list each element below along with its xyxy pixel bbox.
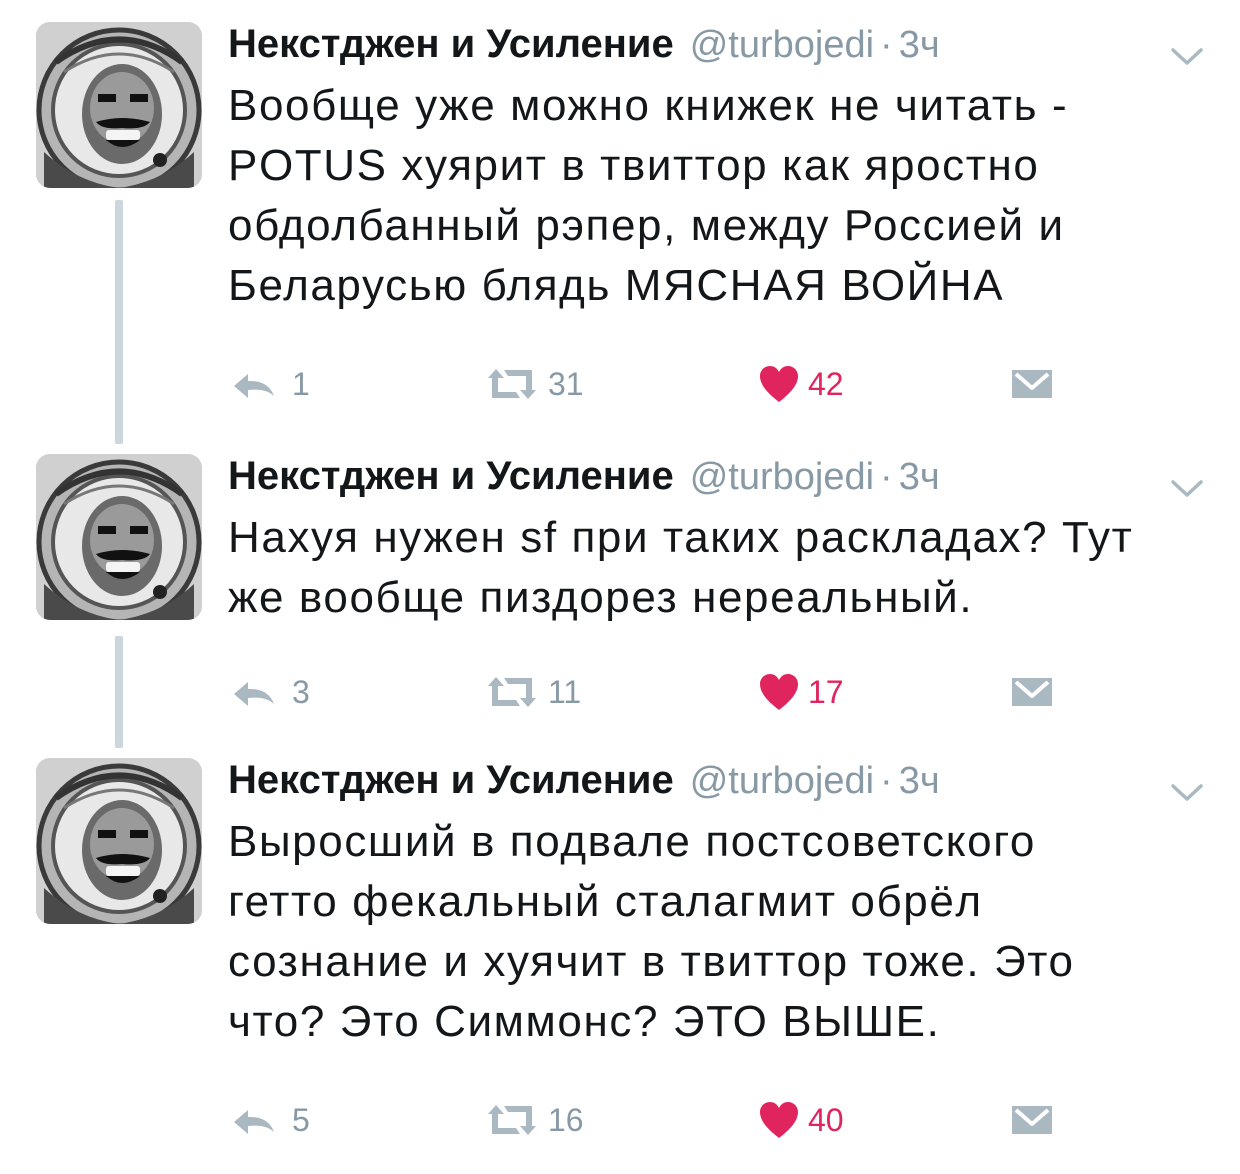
tweet-text-line: Выросший в подвале постсоветского [228,817,1036,866]
tweet-text-line: что? Это Симмонс? ЭТО ВЫШЕ. [228,997,941,1046]
display-name[interactable]: Некстджен и Усиление [228,454,674,499]
user-handle[interactable]: @turbojedi [690,760,874,803]
user-handle[interactable]: @turbojedi [690,24,874,67]
reply-count: 3 [292,673,310,710]
direct-message-button[interactable] [1010,1098,1054,1142]
reply-button[interactable]: 5 [230,1098,310,1142]
direct-message-icon [1012,370,1052,398]
display-name[interactable]: Некстджен и Усиление [228,758,674,803]
tweet-text: Выросший в подвале постсоветского гетто … [228,812,1218,1052]
tweet-text-line: обдолбанный рэпер, между Россией и [228,201,1065,250]
heart-icon [760,1102,798,1138]
avatar[interactable] [36,758,202,924]
retweet-button[interactable]: 16 [484,1098,584,1142]
like-button[interactable]: 42 [758,362,844,406]
retweet-count: 16 [548,1101,584,1138]
user-handle[interactable]: @turbojedi [690,456,874,499]
avatar[interactable] [36,22,202,188]
tweet-header: Некстджен и Усиление @turbojedi · 3ч [228,22,940,82]
tweet-text: Вообще уже можно книжек не читать - POTU… [228,76,1218,316]
retweet-icon [488,1105,536,1135]
tweet-actions: 1 31 42 [228,362,1128,406]
separator-dot: · [880,760,893,802]
like-count: 42 [808,365,844,402]
tweet-text-line: Беларусью блядь МЯСНАЯ ВОЙНА [228,261,1005,310]
chevron-down-icon[interactable] [1170,782,1204,804]
reply-count: 1 [292,365,310,402]
tweet-text-line: Нахуя нужен sf при таких раскладах? Тут [228,513,1134,562]
like-count: 17 [808,673,844,710]
separator-dot: · [880,456,893,498]
reply-button[interactable]: 1 [230,362,310,406]
tweet[interactable]: Некстджен и Усиление @turbojedi · 3ч Нах… [0,454,1240,744]
tweet-text-line: гетто фекальный сталагмит обрёл [228,877,983,926]
astronaut-avatar-icon [36,758,202,924]
tweet[interactable]: Некстджен и Усиление @turbojedi · 3ч Воо… [0,22,1240,442]
reply-icon [234,1110,274,1134]
reply-icon [234,374,274,398]
astronaut-avatar-icon [36,22,202,188]
timestamp[interactable]: 3ч [899,456,940,499]
tweet-text-line: POTUS хуярит в твиттор как яростно [228,141,1040,190]
tweet-actions: 3 11 17 [228,670,1128,714]
tweet-text-line: Вообще уже можно книжек не читать - [228,81,1069,130]
direct-message-button[interactable] [1010,362,1054,406]
avatar[interactable] [36,454,202,620]
retweet-button[interactable]: 11 [484,670,581,714]
retweet-icon [488,369,536,399]
direct-message-icon [1012,1106,1052,1134]
retweet-count: 11 [548,673,582,710]
display-name[interactable]: Некстджен и Усиление [228,22,674,67]
separator-dot: · [880,24,893,66]
astronaut-avatar-icon [36,454,202,620]
tweet-text-line: сознание и хуячит в твиттор тоже. Это [228,937,1075,986]
tweet-header: Некстджен и Усиление @turbojedi · 3ч [228,454,940,514]
reply-icon [234,682,274,706]
chevron-down-icon[interactable] [1170,46,1204,68]
like-count: 40 [808,1101,844,1138]
tweet-header: Некстджен и Усиление @turbojedi · 3ч [228,758,940,818]
like-button[interactable]: 17 [758,670,844,714]
timestamp[interactable]: 3ч [899,760,940,803]
tweet-actions: 5 16 40 [228,1098,1128,1142]
like-button[interactable]: 40 [758,1098,844,1142]
direct-message-icon [1012,678,1052,706]
retweet-count: 31 [548,365,584,402]
tweet-text: Нахуя нужен sf при таких раскладах? Тут … [228,508,1218,628]
reply-button[interactable]: 3 [230,670,310,714]
heart-icon [760,366,798,402]
chevron-down-icon[interactable] [1170,478,1204,500]
tweet-text-line: же вообще пиздорез нереальный. [228,573,974,622]
retweet-icon [488,677,536,707]
direct-message-button[interactable] [1010,670,1054,714]
heart-icon [760,674,798,710]
tweet[interactable]: Некстджен и Усиление @turbojedi · 3ч Выр… [0,758,1240,1158]
reply-count: 5 [292,1101,310,1138]
timestamp[interactable]: 3ч [899,24,940,67]
retweet-button[interactable]: 31 [484,362,584,406]
